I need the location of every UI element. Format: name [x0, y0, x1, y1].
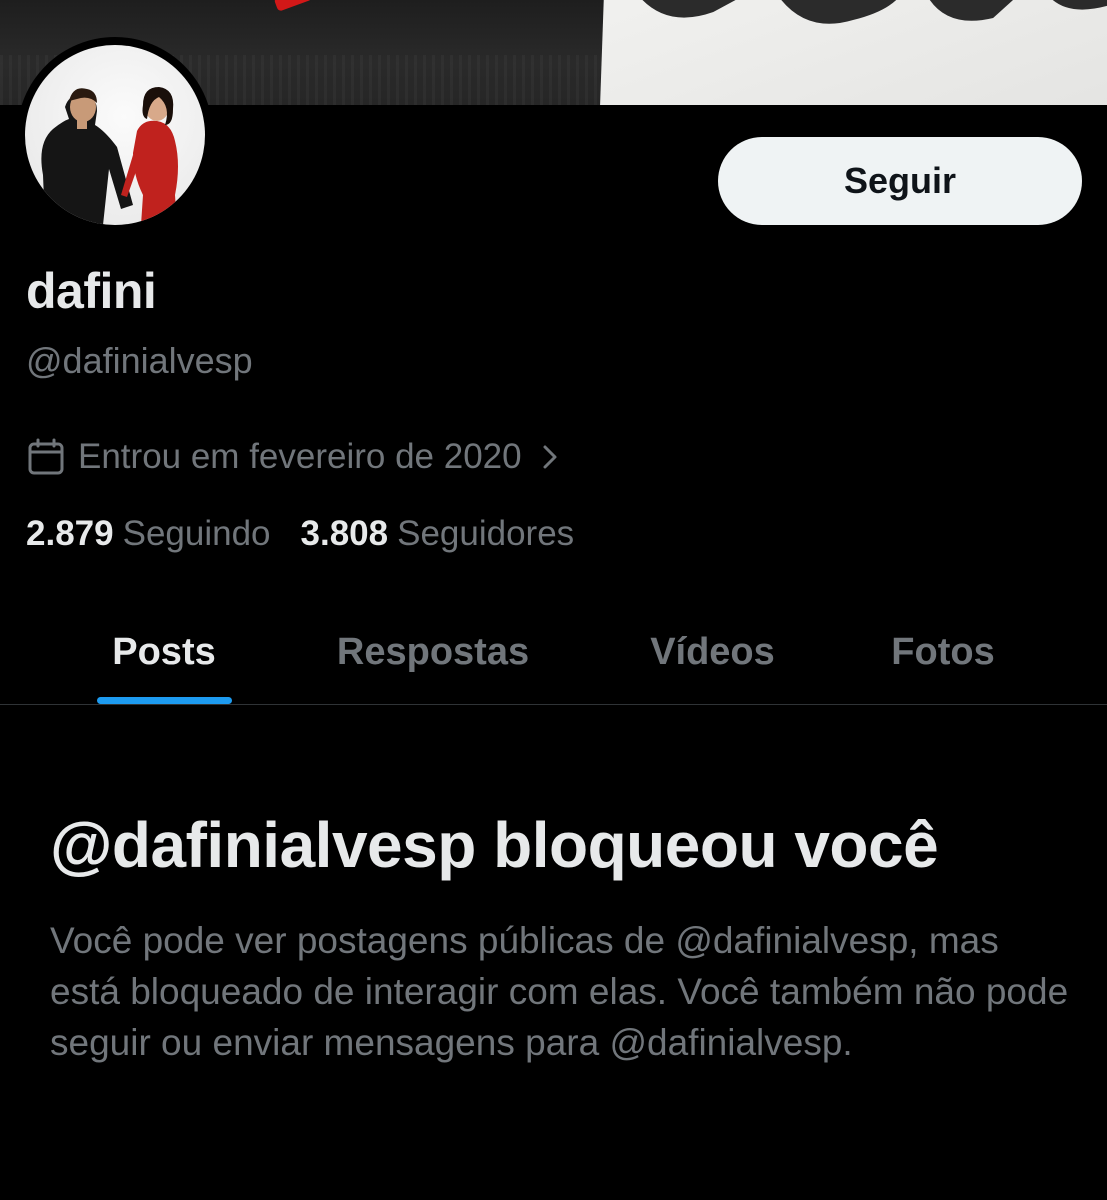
- following-count: 2.879: [26, 514, 114, 553]
- joined-date-text: Entrou em fevereiro de 2020: [78, 437, 522, 476]
- following-label: Seguindo: [122, 514, 271, 553]
- followers-stat-link[interactable]: 3.808 Seguidores: [301, 514, 575, 554]
- banner-light-panel: [599, 0, 1107, 105]
- profile-handle: @dafinialvesp: [26, 340, 253, 381]
- blocked-notice-body: Você pode ver postagens públicas de @daf…: [50, 920, 1069, 1063]
- tabs-divider: [0, 704, 1107, 705]
- tab-fotos[interactable]: Fotos: [850, 600, 1036, 704]
- active-tab-indicator: [97, 697, 232, 704]
- banner-artwork: [634, 0, 1107, 24]
- avatar[interactable]: [17, 37, 213, 233]
- blocked-notice-title: @dafinialvesp bloqueou você: [50, 809, 939, 881]
- avatar-illustration: [41, 87, 178, 225]
- follow-stats: 2.879 Seguindo 3.808 Seguidores: [26, 514, 574, 554]
- following-stat-link[interactable]: 2.879 Seguindo: [26, 514, 271, 554]
- calendar-icon: [26, 437, 66, 477]
- banner-red-shape: [273, 0, 313, 12]
- tab-posts[interactable]: Posts: [64, 600, 264, 704]
- chevron-right-icon: [536, 437, 566, 477]
- avatar-photo: [25, 45, 205, 225]
- profile-tabs: Posts Respostas Vídeos Fotos: [0, 600, 1107, 704]
- followers-count: 3.808: [300, 514, 389, 553]
- display-name: dafini: [26, 263, 157, 319]
- tab-videos[interactable]: Vídeos: [600, 600, 825, 704]
- follow-button[interactable]: Seguir: [718, 137, 1082, 225]
- tab-respostas[interactable]: Respostas: [300, 600, 566, 704]
- joined-date-row[interactable]: Entrou em fevereiro de 2020: [26, 432, 566, 482]
- followers-label: Seguidores: [397, 514, 575, 553]
